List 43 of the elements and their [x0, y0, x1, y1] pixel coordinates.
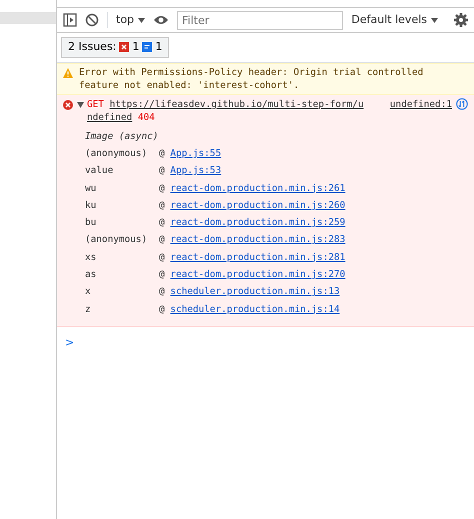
sidebar-toggle-icon[interactable]	[63, 13, 77, 27]
caret-icon	[431, 18, 438, 22]
stack-link[interactable]: @ react-dom.production.min.js:270	[159, 268, 346, 282]
function-name: z	[85, 302, 92, 316]
function-name: value	[85, 164, 114, 178]
stack-link[interactable]: @ scheduler.production.min.js:14	[159, 302, 340, 316]
error-icon	[119, 42, 130, 52]
function-name: (anonymous)	[85, 146, 148, 160]
stack-link[interactable]: @ react-dom.production.min.js:260	[159, 198, 346, 212]
stack-link[interactable]: @ App.js:53	[159, 164, 222, 178]
status-code: 404	[138, 112, 155, 122]
context-dropdown[interactable]: top	[107, 12, 146, 28]
warning-icon	[63, 68, 73, 78]
url-link[interactable]: ndefined	[87, 112, 132, 122]
stack-link[interactable]: @ react-dom.production.min.js:281	[159, 250, 346, 264]
function-name: (anonymous)	[85, 233, 148, 246]
function-name: ku	[85, 198, 98, 212]
expand-toggle-icon[interactable]	[77, 102, 84, 108]
function-name: as	[85, 268, 98, 282]
clear-icon[interactable]	[85, 13, 99, 27]
levels-dropdown[interactable]: Default levels	[351, 12, 446, 28]
function-name: xs	[85, 250, 98, 264]
stack-link[interactable]: @ scheduler.production.min.js:13	[159, 285, 340, 298]
console-prompt[interactable]: >	[57, 326, 474, 352]
source-link[interactable]: undefined:1	[390, 98, 452, 124]
error-icon	[63, 100, 73, 110]
stack-link[interactable]: @ react-dom.production.min.js:259	[159, 216, 346, 230]
warning-message: Error with Permissions-Policy header: Origin trial controlled feature not enabled: 'interest-cohort'.	[79, 66, 424, 92]
function-name: wu	[85, 182, 98, 195]
issues-button[interactable]: 2 Issues: 1 1	[61, 37, 170, 58]
stack-link[interactable]: @ App.js:55	[159, 146, 222, 160]
message-icon	[142, 42, 152, 52]
stack-title: Image (async)	[85, 130, 160, 144]
caret-icon	[138, 18, 146, 22]
filter-field[interactable]: Filter	[177, 10, 344, 30]
stack-link[interactable]: @ react-dom.production.min.js:283	[159, 233, 346, 246]
eye-icon[interactable]	[153, 14, 170, 26]
function-name: x	[85, 285, 92, 298]
request-method: GET	[87, 98, 104, 110]
url-link[interactable]: https://lifeasdev.github.io/multi-step-form/u	[110, 98, 364, 110]
settings-icon[interactable]	[454, 13, 468, 27]
function-name: bu	[85, 216, 98, 230]
stack-link[interactable]: @ react-dom.production.min.js:261	[159, 182, 346, 195]
